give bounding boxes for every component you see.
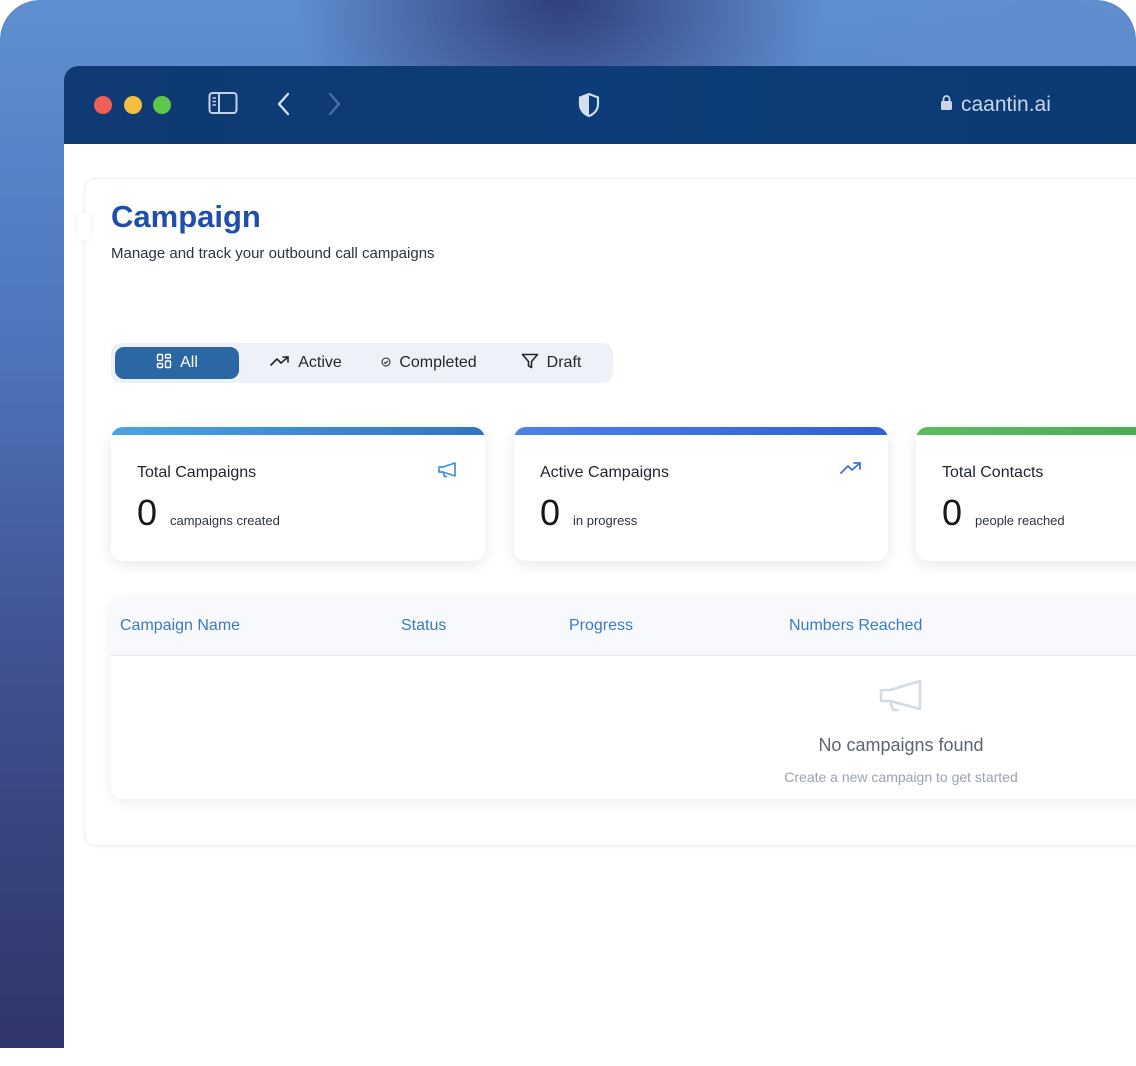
check-circle-icon: [381, 354, 391, 372]
stat-caption: in progress: [573, 513, 638, 528]
card-accent-bar: [916, 427, 1136, 435]
stat-caption: people reached: [975, 513, 1065, 528]
browser-toolbar: caantin.ai: [64, 66, 1136, 144]
url-text: caantin.ai: [961, 93, 1051, 116]
column-header-campaign-name[interactable]: Campaign Name: [120, 617, 240, 635]
stat-value: 0: [942, 492, 963, 533]
page-subtitle: Manage and track your outbound call camp…: [111, 245, 435, 262]
status-filter-tabs: All Active Completed Draft: [111, 343, 613, 383]
shield-icon[interactable]: [578, 92, 600, 123]
stat-card-total-contacts: Total Contacts 0 people reached: [916, 427, 1136, 561]
sidebar-toggle-icon[interactable]: [208, 91, 238, 120]
grid-icon: [156, 353, 172, 374]
empty-state-title: No campaigns found: [818, 735, 984, 755]
maximize-window-button[interactable]: [153, 96, 171, 114]
stat-value: 0: [540, 492, 561, 533]
megaphone-icon: [437, 461, 459, 484]
empty-state-subtitle: Create a new campaign to get started: [784, 769, 1018, 785]
card-accent-bar: [111, 427, 485, 435]
tab-all[interactable]: All: [115, 347, 239, 379]
card-accent-bar: [514, 427, 888, 435]
page-title: Campaign: [111, 199, 261, 234]
lock-icon: [940, 90, 953, 120]
tab-label: Completed: [399, 354, 477, 371]
trending-up-icon: [270, 354, 290, 372]
tab-completed[interactable]: Completed: [367, 347, 491, 379]
page-content: Campaign Manage and track your outbound …: [64, 144, 1136, 1066]
browser-window: caantin.ai Campaign Manage and track you…: [64, 66, 1136, 1066]
column-header-numbers-reached[interactable]: Numbers Reached: [789, 617, 922, 635]
table-header: Campaign Name Status Progress Numbers Re…: [111, 597, 1136, 656]
stat-label: Total Contacts: [942, 464, 1044, 481]
collapse-handle[interactable]: [77, 213, 91, 241]
tab-label: Active: [298, 354, 342, 371]
tab-draft[interactable]: Draft: [501, 347, 601, 379]
close-window-button[interactable]: [94, 96, 112, 114]
tab-label: All: [180, 354, 198, 371]
column-header-status[interactable]: Status: [401, 617, 446, 635]
tab-active[interactable]: Active: [251, 347, 361, 379]
minimize-window-button[interactable]: [124, 96, 142, 114]
stat-label: Active Campaigns: [540, 464, 669, 481]
address-bar[interactable]: caantin.ai: [940, 90, 1051, 120]
stat-value: 0: [137, 492, 158, 533]
stat-caption: campaigns created: [170, 513, 280, 528]
tab-label: Draft: [546, 354, 582, 371]
trending-up-icon: [840, 461, 862, 480]
filter-icon: [521, 353, 539, 374]
stat-card-active-campaigns: Active Campaigns 0 in progress: [514, 427, 888, 561]
forward-arrow-icon[interactable]: [326, 91, 342, 122]
stat-label: Total Campaigns: [137, 464, 257, 481]
back-arrow-icon[interactable]: [276, 91, 292, 122]
megaphone-icon: [877, 677, 925, 720]
campaign-table: Campaign Name Status Progress Numbers Re…: [111, 597, 1136, 799]
campaign-panel: Campaign Manage and track your outbound …: [77, 178, 1136, 846]
stat-card-total-campaigns: Total Campaigns 0 campaigns created: [111, 427, 485, 561]
column-header-progress[interactable]: Progress: [569, 617, 633, 635]
